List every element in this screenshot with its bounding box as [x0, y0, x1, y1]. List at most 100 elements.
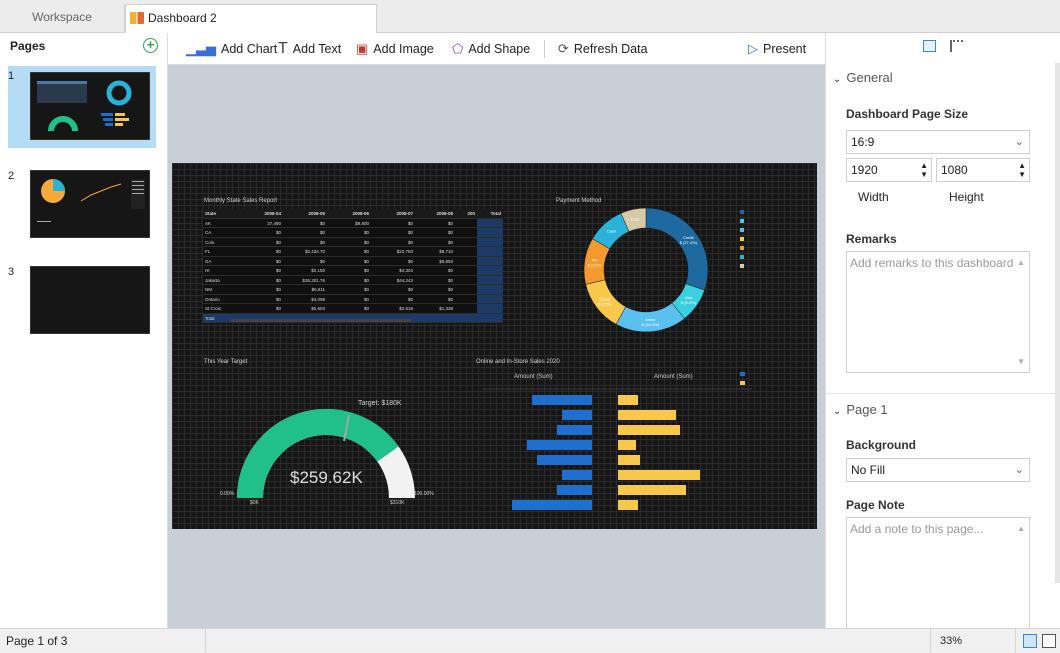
table-cell: $0 — [275, 306, 281, 311]
properties-tab-icon[interactable] — [923, 40, 936, 52]
table-cell: $1,338 — [439, 306, 453, 311]
table-cell — [455, 238, 477, 247]
chart-bars-icon: ▁▃▅ — [186, 41, 216, 56]
target-gauge[interactable] — [236, 406, 416, 506]
payment-chart-title: Payment Method — [556, 198, 602, 204]
sales-chart-title: Online and In-Store Sales 2020 — [476, 359, 560, 365]
bar-online[interactable] — [527, 440, 592, 450]
bar-instore[interactable] — [618, 485, 686, 495]
bar-instore[interactable] — [618, 425, 680, 435]
bar-instore[interactable] — [618, 395, 638, 405]
donut-slice-credit[interactable] — [645, 207, 709, 291]
bar-instore[interactable] — [618, 470, 700, 480]
online-instore-bar-chart[interactable] — [472, 381, 762, 511]
tab-workspace[interactable]: Workspace — [0, 4, 125, 33]
bar-online[interactable] — [562, 410, 592, 420]
bar-online[interactable] — [537, 455, 592, 465]
sales-left-axis-title: Amount (Sum) — [514, 374, 553, 380]
gauge-title: This Year Target — [204, 359, 248, 365]
table-cell: $0 — [363, 277, 369, 283]
background-select[interactable]: No Fill ⌄ — [846, 458, 1030, 482]
spinner-icon[interactable]: ▲ ▼ — [1018, 161, 1026, 179]
add-text-button[interactable]: T Add Text — [278, 40, 341, 60]
single-view-button[interactable] — [1023, 634, 1037, 648]
dashboard-page[interactable]: Monthly State Sales Report State 2008-04 2… — [172, 163, 817, 529]
status-divider — [930, 629, 931, 653]
dashboard-toolbar: ▁▃▅ Add Chart T Add Text ▣ Add Image ⬠ Add S… — [168, 33, 825, 65]
table-cell: $5,603 — [311, 306, 325, 311]
pages-header: Pages — [10, 39, 46, 53]
general-section-header[interactable]: ⌄ General — [833, 70, 893, 85]
bar-instore[interactable] — [618, 500, 638, 510]
bar-online[interactable] — [557, 425, 592, 435]
sales-legend — [740, 372, 745, 385]
table-header-cell: 2008-05 — [308, 211, 325, 216]
width-input[interactable]: 1920 ▲ ▼ — [846, 158, 932, 182]
table-cell: $0 — [275, 287, 281, 292]
refresh-data-button[interactable]: ⟳ Refresh Data — [558, 40, 648, 60]
bar-online[interactable] — [512, 500, 592, 510]
table-cell: $22,793 — [396, 249, 413, 254]
table-scrollbar[interactable] — [231, 319, 411, 322]
page-thumbnail-3[interactable]: 3 — [8, 262, 156, 338]
add-image-button[interactable]: ▣ Add Image — [356, 40, 434, 60]
remarks-label: Remarks — [846, 232, 897, 246]
table-cell: $2,150 — [311, 268, 325, 273]
table-cell: GA — [205, 258, 212, 264]
table-cell: $0 — [363, 230, 369, 235]
page-thumb-preview — [30, 266, 150, 334]
table-cell: $44,243 — [396, 277, 413, 283]
tab-dashboard[interactable]: Dashboard 2 — [125, 4, 377, 33]
remarks-textarea[interactable]: Add remarks to this dashboard ▲ ▼ — [846, 251, 1030, 373]
table-cell — [455, 314, 477, 323]
scroll-up-icon[interactable]: ▲ — [1017, 258, 1025, 267]
toolbar-divider — [544, 40, 545, 58]
bar-online[interactable] — [562, 470, 592, 480]
page-note-textarea[interactable]: Add a note to this page... ▲ — [846, 517, 1030, 628]
structure-tab-icon[interactable] — [950, 40, 963, 52]
table-cell: $0 — [275, 258, 281, 264]
page-size-select[interactable]: 16:9 ⌄ — [846, 130, 1030, 154]
state-sales-table[interactable]: State 2008-04 2008-05 2008-06 2008-07 2008-08… — [203, 209, 503, 323]
scroll-down-icon[interactable]: ▼ — [1017, 357, 1025, 366]
add-page-icon[interactable]: + — [143, 38, 158, 53]
table-cell: $0 — [447, 268, 453, 273]
table-header-cell: 200 — [467, 211, 475, 216]
page-section-header[interactable]: ⌄ Page 1 — [833, 402, 888, 417]
zoom-level[interactable]: 33% — [940, 635, 962, 647]
table-cell: CA — [205, 230, 212, 235]
table-cell: $0 — [363, 287, 369, 292]
present-button[interactable]: ▷ Present — [748, 40, 806, 60]
payment-method-donut[interactable]: Credit$ (27.4%)Visa$ (8.2%)Amex$ (16.9%)… — [578, 205, 714, 335]
table-cell: $0 — [447, 287, 453, 292]
table-cell — [477, 304, 503, 313]
spinner-icon[interactable]: ▲ ▼ — [920, 161, 928, 179]
height-input[interactable]: 1080 ▲ ▼ — [936, 158, 1030, 182]
dashboard-canvas-area[interactable]: Monthly State Sales Report State 2008-04 2… — [168, 65, 825, 628]
panel-scrollbar[interactable] — [1055, 63, 1060, 583]
page-thumbnail-2[interactable]: 2 — [8, 166, 156, 242]
chevron-down-icon: ⌄ — [1014, 136, 1024, 148]
bar-instore[interactable] — [618, 440, 636, 450]
table-cell: $0 — [363, 296, 369, 302]
bar-instore[interactable] — [618, 410, 676, 420]
split-view-button[interactable] — [1042, 634, 1056, 648]
table-cell: NM — [205, 287, 212, 292]
table-header-cell: State — [205, 211, 217, 216]
table-cell — [477, 237, 503, 246]
scroll-up-icon[interactable]: ▲ — [1017, 524, 1025, 533]
page-thumb-preview — [30, 72, 150, 140]
bar-online[interactable] — [557, 485, 592, 495]
table-cell: $0 — [447, 220, 453, 226]
bar-instore[interactable] — [618, 455, 640, 465]
add-shape-button[interactable]: ⬠ Add Shape — [452, 40, 530, 60]
height-label: Height — [949, 190, 984, 204]
chevron-down-icon: ⌄ — [1014, 464, 1024, 476]
page-thumb-preview — [30, 170, 150, 238]
table-cell: Jakarta — [205, 277, 220, 283]
bar-online[interactable] — [532, 395, 592, 405]
table-cell — [455, 257, 477, 266]
page-thumbnail-1[interactable]: 1 — [8, 66, 156, 148]
page-size-label: Dashboard Page Size — [846, 107, 969, 121]
add-chart-button[interactable]: ▁▃▅ Add Chart — [186, 40, 277, 60]
